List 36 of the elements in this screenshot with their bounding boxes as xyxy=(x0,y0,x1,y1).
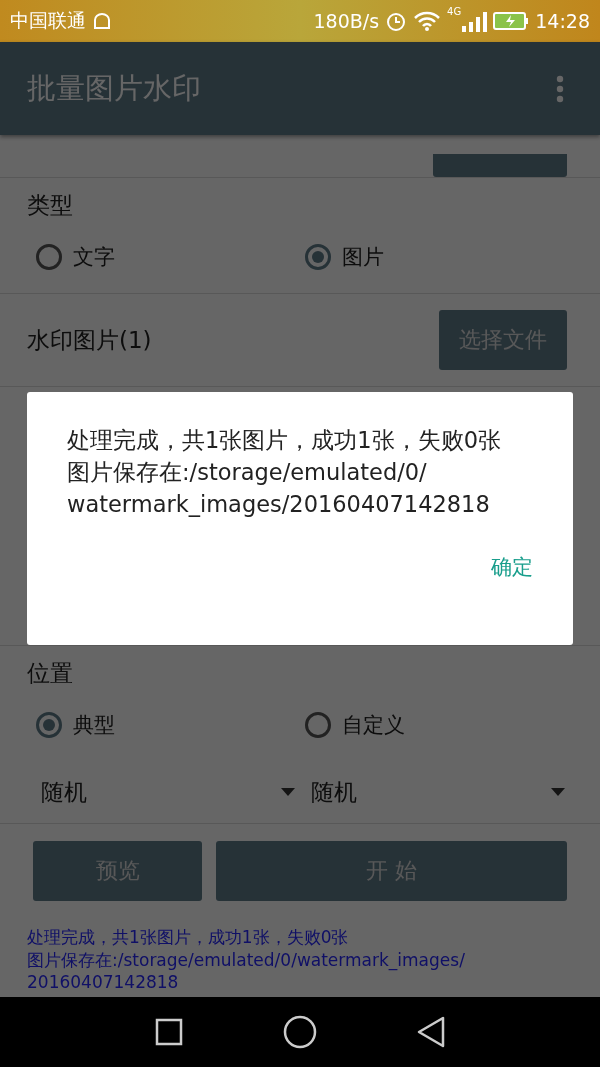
network-speed: 180B/s xyxy=(313,10,380,32)
radio-button[interactable] xyxy=(36,244,62,270)
result-message: 图片保存在:/storage/emulated/0/watermark_images/ xyxy=(27,948,466,971)
dropdown[interactable]: 随机 xyxy=(311,776,565,808)
radio-button[interactable] xyxy=(304,244,331,270)
wifi-icon xyxy=(413,10,442,32)
dialog-message: watermark_images/20160407142818 xyxy=(67,490,491,519)
more-options-icon[interactable] xyxy=(556,74,564,103)
battery-icon xyxy=(493,12,530,30)
radio-label: 自定义 xyxy=(341,712,405,739)
network-type: 4G xyxy=(447,6,462,17)
android-icon xyxy=(92,12,112,30)
radio-label: 文字 xyxy=(73,244,115,271)
watermark-image-label: 水印图片(1) xyxy=(27,325,152,355)
alarm-icon xyxy=(385,10,408,32)
dialog-message: 图片保存在:/storage/emulated/0/ xyxy=(67,458,428,487)
carrier-name: 中国联通 xyxy=(10,8,86,33)
radio-label: 典型 xyxy=(73,712,115,739)
result-message: 处理完成，共1张图片，成功1张，失败0张 xyxy=(27,926,350,949)
radio-button[interactable] xyxy=(36,712,62,738)
radio-label: 图片 xyxy=(341,244,384,271)
section-label: 位置 xyxy=(27,659,74,688)
dialog-message: 处理完成，共1张图片，成功1张，失败0张 xyxy=(67,426,502,455)
dropdown-arrow-icon xyxy=(281,788,295,796)
back-icon[interactable] xyxy=(417,1016,445,1048)
home-icon[interactable] xyxy=(283,1015,317,1049)
app-title: 批量图片水印 xyxy=(27,69,201,107)
dropdown-arrow-icon xyxy=(551,788,565,796)
section-label: 类型 xyxy=(27,191,74,220)
ok-button[interactable]: 确定 xyxy=(481,547,543,587)
recent-apps-icon[interactable] xyxy=(155,1018,183,1046)
clock: 14:28 xyxy=(535,10,590,32)
dropdown[interactable]: 随机 xyxy=(41,776,295,808)
result-message: 20160407142818 xyxy=(27,971,180,994)
radio-button[interactable] xyxy=(304,712,331,738)
signal-icon xyxy=(461,10,488,32)
